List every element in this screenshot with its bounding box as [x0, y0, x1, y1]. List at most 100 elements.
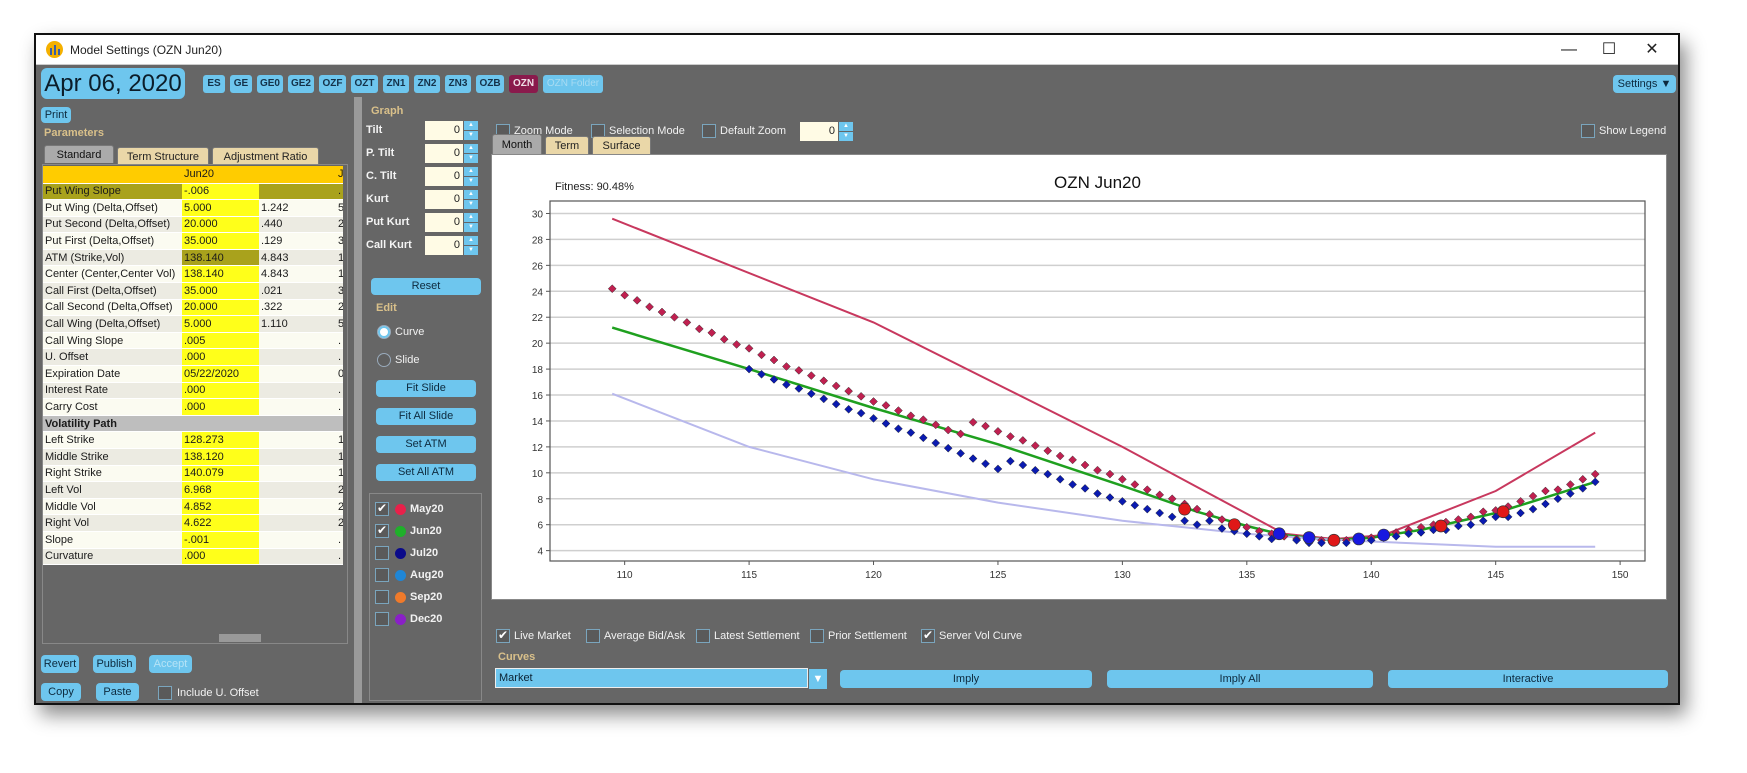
call-kurt-spinner[interactable]: 0 ▲ ▼	[425, 236, 478, 255]
spin-down-icon[interactable]: ▼	[464, 200, 478, 209]
symbol-button-ge[interactable]: GE	[230, 75, 252, 93]
parameter-value[interactable]	[259, 448, 336, 466]
symbol-button-zn2[interactable]: ZN2	[414, 75, 440, 93]
parameter-value[interactable]	[259, 514, 336, 532]
p-tilt-spinner[interactable]: 0 ▲ ▼	[425, 144, 478, 163]
spin-up-icon[interactable]: ▲	[839, 122, 853, 131]
parameter-value[interactable]: 20.000	[182, 216, 259, 234]
tilt-spinner[interactable]: 0 ▲ ▼	[425, 121, 478, 140]
spin-down-icon[interactable]: ▼	[464, 246, 478, 255]
symbol-button-zn3[interactable]: ZN3	[445, 75, 471, 93]
publish-button[interactable]: Publish	[93, 655, 136, 673]
parameter-value[interactable]	[259, 382, 336, 400]
parameter-value[interactable]: 1	[336, 465, 343, 483]
table-horizontal-scrollbar[interactable]	[219, 634, 261, 642]
parameter-value[interactable]	[259, 465, 336, 483]
tab-term-structure[interactable]: Term Structure	[117, 147, 209, 165]
maximize-icon[interactable]: ☐	[1589, 38, 1629, 62]
table-row[interactable]: Put Wing (Delta,Offset)5.0001.2425	[43, 199, 343, 217]
symbol-button-ge0[interactable]: GE0	[257, 75, 283, 93]
table-row[interactable]: Carry Cost .000.	[43, 398, 343, 416]
parameter-value[interactable]	[259, 332, 336, 350]
print-button[interactable]: Print	[41, 107, 71, 123]
parameter-value[interactable]: .440	[259, 216, 336, 234]
parameter-value[interactable]: 1.110	[259, 315, 336, 333]
parameter-value[interactable]	[259, 415, 336, 433]
parameter-value[interactable]: 3	[336, 232, 343, 250]
spin-up-icon[interactable]: ▲	[464, 213, 478, 222]
parameter-value[interactable]: 138.120	[182, 448, 259, 466]
parameter-value[interactable]: 1	[336, 448, 343, 466]
spin-up-icon[interactable]: ▲	[464, 167, 478, 176]
kurt-value[interactable]: 0	[425, 190, 463, 209]
paste-button[interactable]: Paste	[96, 683, 139, 701]
parameter-value[interactable]: 138.140	[182, 265, 259, 284]
parameter-value[interactable]: .000	[182, 348, 259, 367]
parameter-value[interactable]: .	[336, 183, 343, 201]
revert-button[interactable]: Revert	[41, 655, 79, 673]
tilt-value[interactable]: 0	[425, 121, 463, 140]
volatility-chart[interactable]: OZN Jun20 Fitness: 90.48% 4 6 8 10 12 14 16 18 20 2…	[491, 154, 1667, 600]
parameter-value[interactable]: 4.852	[182, 498, 259, 516]
tab-standard[interactable]: Standard	[44, 145, 114, 163]
month-checkbox-sep20[interactable]	[375, 590, 389, 604]
spin-down-icon[interactable]: ▼	[464, 223, 478, 232]
spin-down-icon[interactable]: ▼	[464, 131, 478, 140]
spin-down-icon[interactable]: ▼	[464, 154, 478, 163]
parameter-value[interactable]: 1	[336, 431, 343, 449]
parameter-value[interactable]	[259, 431, 336, 449]
set-all-atm-button[interactable]: Set All ATM	[376, 464, 476, 481]
parameter-value[interactable]: 2	[336, 216, 343, 234]
parameter-value[interactable]	[182, 415, 259, 433]
parameter-value[interactable]: .	[336, 531, 343, 549]
fit-all-slide-button[interactable]: Fit All Slide	[376, 408, 476, 425]
c-tilt-value[interactable]: 0	[425, 167, 463, 186]
table-row[interactable]: Put Wing Slope -.006.	[43, 183, 343, 201]
parameter-value[interactable]	[259, 398, 336, 416]
table-row[interactable]: U. Offset .000.	[43, 348, 343, 367]
put-kurt-value[interactable]: 0	[425, 213, 463, 232]
symbol-button-ozt[interactable]: OZT	[351, 75, 378, 93]
tab-month[interactable]: Month	[492, 134, 542, 154]
chart-svg[interactable]: OZN Jun20 Fitness: 90.48% 4 6 8 10 12 14 16 18 20 2…	[492, 155, 1668, 601]
parameter-value[interactable]: 6.968	[182, 481, 259, 499]
parameter-value[interactable]	[259, 498, 336, 516]
tab-term[interactable]: Term	[545, 136, 589, 154]
average-bid-ask-checkbox[interactable]	[586, 629, 600, 643]
parameter-value[interactable]: 5.000	[182, 199, 259, 217]
month-checkbox-jun20[interactable]	[375, 523, 389, 538]
parameter-value[interactable]: 2	[336, 481, 343, 499]
parameter-value[interactable]: .	[336, 548, 343, 566]
spin-up-icon[interactable]: ▲	[464, 190, 478, 199]
slide-radio[interactable]	[377, 353, 391, 367]
call-kurt-value[interactable]: 0	[425, 236, 463, 255]
latest-settlement-checkbox[interactable]	[696, 629, 710, 643]
parameter-value[interactable]: 0	[336, 365, 343, 383]
table-row[interactable]: Middle Strike138.120 1	[43, 448, 343, 466]
kurt-spinner[interactable]: 0 ▲ ▼	[425, 190, 478, 209]
parameter-value[interactable]	[259, 365, 336, 383]
tab-adjustment-ratio[interactable]: Adjustment Ratio	[212, 147, 319, 165]
parameter-value[interactable]	[259, 183, 336, 201]
parameter-value[interactable]: .	[336, 382, 343, 400]
parameter-value[interactable]	[259, 548, 336, 566]
minimize-icon[interactable]: —	[1549, 38, 1589, 62]
table-row[interactable]: Call First (Delta,Offset)35.000.0213	[43, 282, 343, 300]
spin-down-icon[interactable]: ▼	[839, 132, 853, 141]
spin-up-icon[interactable]: ▲	[464, 236, 478, 245]
zoom-value-spinner[interactable]: 0 ▲ ▼	[800, 122, 853, 141]
reset-button[interactable]: Reset	[371, 278, 481, 295]
parameter-value[interactable]: 140.079	[182, 465, 259, 483]
symbol-button-ozn[interactable]: OZN	[509, 75, 538, 93]
table-row[interactable]: Put Second (Delta,Offset)20.000.4402	[43, 216, 343, 234]
parameter-value[interactable]: .000	[182, 382, 259, 400]
accept-button[interactable]: Accept	[149, 655, 192, 673]
parameter-value[interactable]: 4.843	[259, 249, 336, 267]
parameter-value[interactable]: 1	[336, 265, 343, 284]
tab-surface[interactable]: Surface	[592, 136, 651, 154]
parameter-value[interactable]: 4.843	[259, 265, 336, 284]
parameter-value[interactable]	[259, 481, 336, 499]
c-tilt-spinner[interactable]: 0 ▲ ▼	[425, 167, 478, 186]
parameter-value[interactable]: -.006	[182, 183, 259, 201]
zoom-value-field[interactable]: 0	[800, 122, 838, 141]
